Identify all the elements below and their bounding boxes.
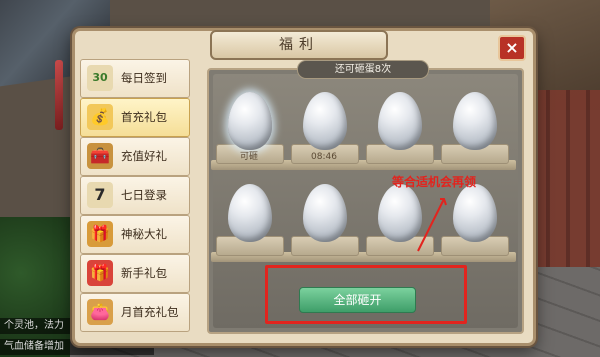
egg-slot[interactable] <box>364 92 434 164</box>
annotation-arrow-icon <box>417 198 447 252</box>
window-title: 福利 <box>210 30 388 60</box>
sidebar-item-newbie-gift[interactable]: 🎁 新手礼包 <box>80 254 190 293</box>
sidebar-item-first-recharge[interactable]: 💰 首充礼包 <box>80 98 190 137</box>
egg-slot[interactable] <box>214 184 284 256</box>
egg-status: 可砸 <box>239 152 258 162</box>
egg-icon[interactable] <box>303 184 347 242</box>
egg-icon[interactable] <box>378 92 422 150</box>
pouch-icon: 👛 <box>87 299 113 325</box>
remaining-smash-counter: 还可砸蛋8次 <box>297 60 429 79</box>
egg-icon[interactable] <box>303 92 347 150</box>
hanging-ornament <box>55 60 63 130</box>
sidebar-item-label: 每日签到 <box>121 71 167 85</box>
egg-icon[interactable] <box>453 92 497 150</box>
egg-slot[interactable] <box>289 184 359 256</box>
sidebar-item-daily-signin[interactable]: 30 每日签到 <box>80 59 190 98</box>
treasure-chest-icon: 🧰 <box>87 143 113 169</box>
egg-slot[interactable] <box>439 92 509 164</box>
sidebar-item-label: 充值好礼 <box>121 149 167 163</box>
egg-icon[interactable] <box>228 184 272 242</box>
egg-icon[interactable] <box>228 92 272 150</box>
sidebar-item-label: 七日登录 <box>121 188 167 202</box>
sidebar-item-label: 新手礼包 <box>121 266 167 280</box>
egg-icon[interactable] <box>453 184 497 242</box>
gift-box-icon: 🎁 <box>87 260 113 286</box>
sidebar-item-monthly-first-recharge[interactable]: 👛 月首充礼包 <box>80 293 190 332</box>
calendar-icon: 30 <box>87 65 113 91</box>
calendar-7-icon: 7 <box>87 182 113 208</box>
sidebar-item-seven-day-login[interactable]: 7 七日登录 <box>80 176 190 215</box>
egg-slot[interactable]: 08:46 <box>289 92 359 164</box>
open-all-button[interactable]: 全部砸开 <box>299 287 416 313</box>
mystery-chest-icon: 🎁 <box>87 221 113 247</box>
close-button[interactable]: × <box>498 35 526 61</box>
sidebar-item-label: 首充礼包 <box>121 110 167 124</box>
sidebar-item-label: 月首充礼包 <box>121 305 179 319</box>
annotation-text: 等合适机会再领 <box>392 175 477 189</box>
egg-slot[interactable]: 可砸 <box>214 92 284 164</box>
sidebar-item-label: 神秘大礼 <box>121 227 167 241</box>
trees <box>0 217 70 357</box>
sidebar-item-mystery-gift[interactable]: 🎁 神秘大礼 <box>80 215 190 254</box>
money-bag-icon: 💰 <box>87 104 113 130</box>
egg-status: 08:46 <box>311 152 337 162</box>
sidebar-item-recharge-gift[interactable]: 🧰 充值好礼 <box>80 137 190 176</box>
